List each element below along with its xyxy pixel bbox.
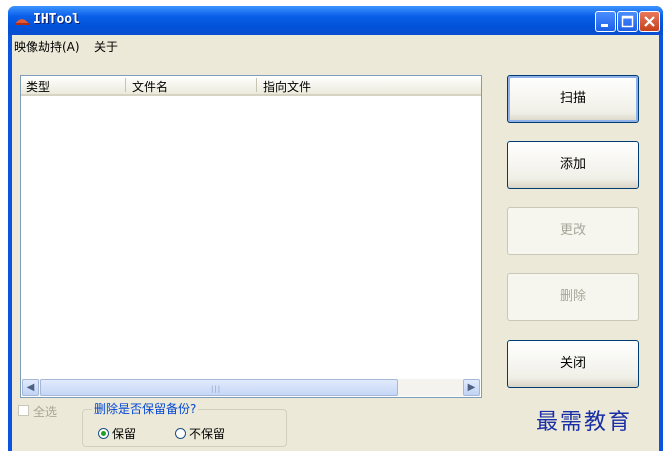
- watermark-logo: 最需教育: [536, 410, 633, 435]
- minimize-icon: [601, 24, 608, 27]
- add-button[interactable]: 添加: [507, 141, 639, 189]
- horizontal-scrollbar[interactable]: ◀ ||| ▶: [22, 379, 480, 396]
- scroll-right-button[interactable]: ▶: [463, 379, 480, 396]
- close-button[interactable]: 关闭: [507, 340, 639, 388]
- menu-bar: 映像劫持(A) 关于: [12, 35, 659, 55]
- maximize-button[interactable]: [617, 11, 638, 32]
- menu-about[interactable]: 关于: [94, 38, 118, 55]
- minimize-button[interactable]: [595, 11, 616, 32]
- app-icon: [15, 19, 29, 25]
- close-window-button[interactable]: [639, 11, 660, 32]
- delete-button[interactable]: 删除: [507, 273, 639, 321]
- hijack-list[interactable]: 类型 文件名 指向文件 ◀ ||| ▶: [20, 75, 482, 398]
- column-type[interactable]: 类型: [26, 78, 50, 95]
- window-title: IHTool: [33, 12, 80, 27]
- select-all-label: 全选: [33, 405, 58, 419]
- list-header: 类型 文件名 指向文件: [21, 76, 481, 96]
- title-bar[interactable]: IHTool: [8, 6, 663, 35]
- radio-no-backup[interactable]: 不保留: [175, 425, 225, 442]
- radio-unselected-icon: [175, 428, 186, 439]
- radio-keep-label: 保留: [112, 427, 137, 441]
- client-area: 映像劫持(A) 关于 类型 文件名 指向文件 ◀ ||| ▶ 扫描 添加 更改 …: [12, 35, 659, 451]
- radio-no-backup-label: 不保留: [189, 427, 226, 441]
- app-window: IHTool 映像劫持(A) 关于 类型 文件名 指向文件 ◀ ||| ▶ 扫描…: [8, 6, 663, 451]
- column-filename[interactable]: 文件名: [132, 78, 168, 95]
- radio-selected-icon: [98, 428, 109, 439]
- menu-image-hijack[interactable]: 映像劫持(A): [14, 38, 80, 55]
- scan-button[interactable]: 扫描: [507, 75, 639, 123]
- column-divider[interactable]: [256, 78, 257, 92]
- maximize-icon: [621, 15, 634, 28]
- select-all-checkbox[interactable]: [18, 405, 29, 416]
- modify-button[interactable]: 更改: [507, 207, 639, 255]
- chevron-left-icon: ◀: [26, 382, 35, 393]
- column-divider[interactable]: [125, 78, 126, 92]
- close-icon: [644, 16, 655, 27]
- column-target-file[interactable]: 指向文件: [263, 78, 311, 95]
- chevron-right-icon: ▶: [467, 382, 476, 393]
- scroll-thumb[interactable]: |||: [40, 379, 398, 396]
- radio-keep-backup[interactable]: 保留: [98, 425, 136, 442]
- grip-icon: |||: [211, 385, 222, 393]
- backup-group-title: 删除是否保留备份?: [92, 400, 199, 417]
- scroll-left-button[interactable]: ◀: [22, 379, 39, 396]
